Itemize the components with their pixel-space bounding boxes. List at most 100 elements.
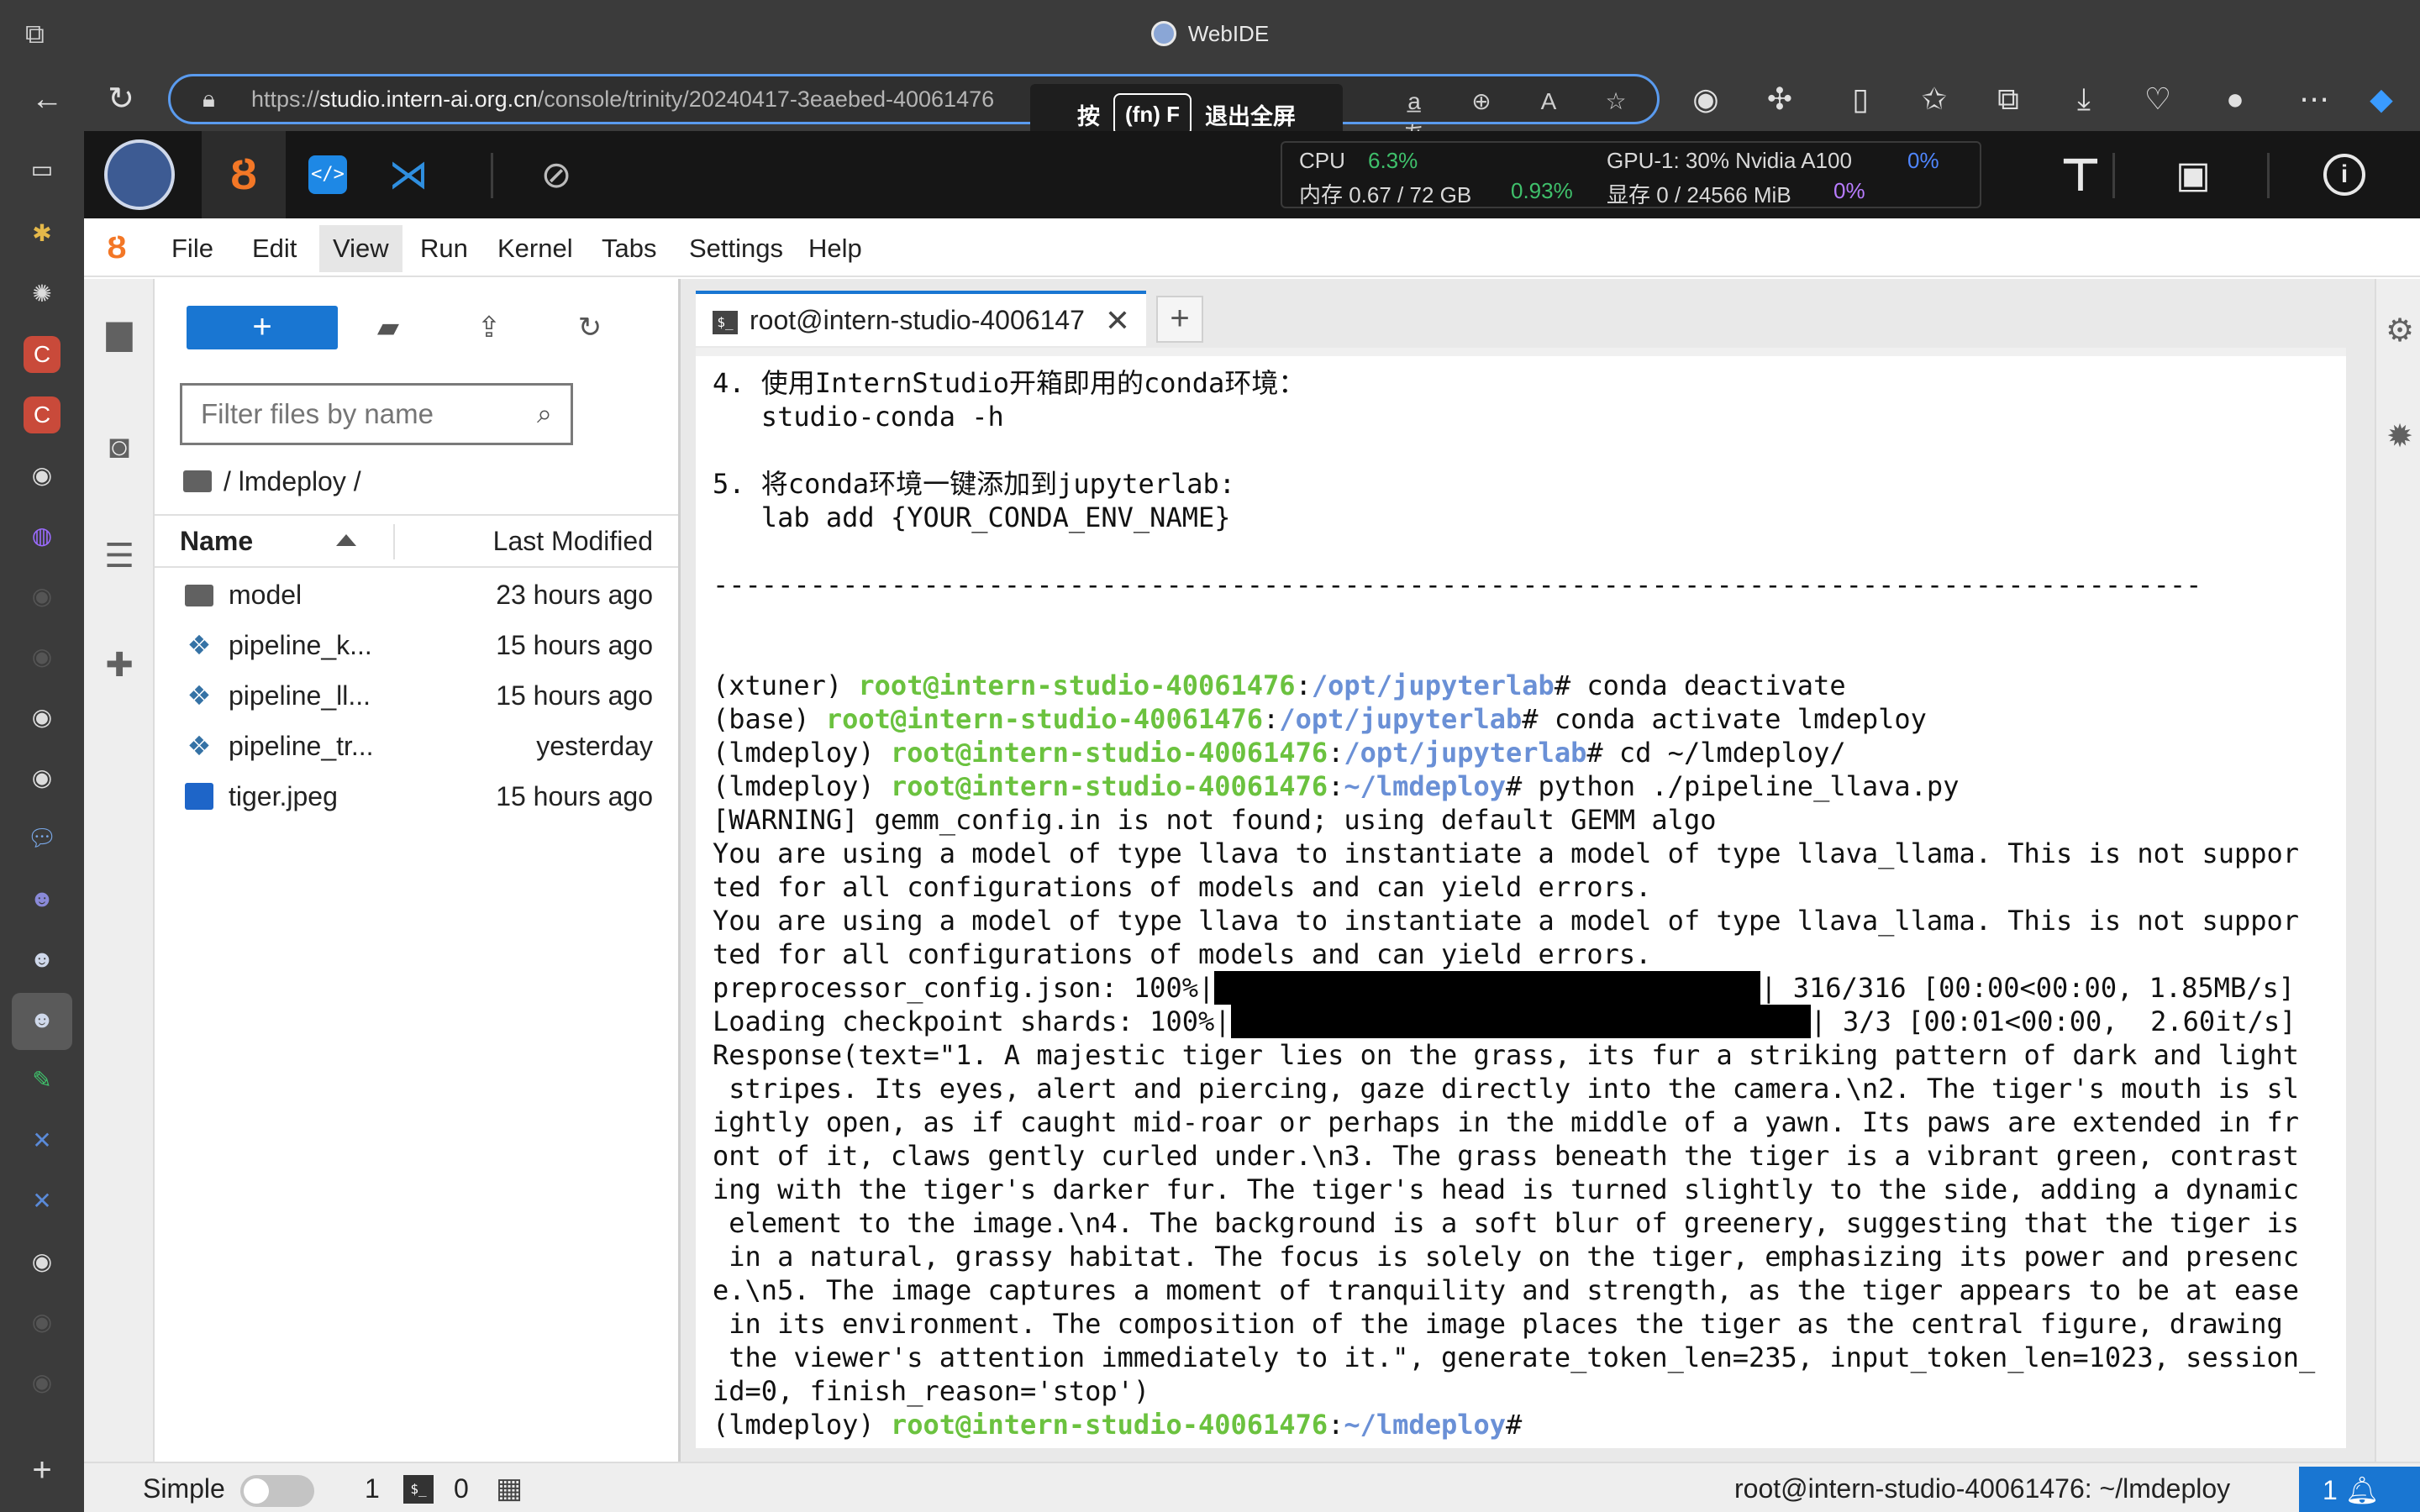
copilot-icon[interactable]: ◆ — [2361, 79, 2402, 119]
file-row[interactable]: ❖ pipeline_k... 15 hours ago — [155, 620, 678, 670]
file-row[interactable]: tiger.jpeg 15 hours ago — [155, 771, 678, 822]
filter-files-input[interactable] — [180, 383, 573, 445]
upload-icon[interactable]: ⇪ — [469, 307, 509, 348]
ide-tab-vscode[interactable]: ⋊ — [366, 131, 450, 218]
new-tab-plus-icon[interactable]: + — [24, 1452, 60, 1488]
home-folder-icon[interactable] — [183, 470, 212, 492]
prompt-host: root@intern-studio-40061476 — [858, 669, 1296, 701]
notifications-button[interactable]: 1 🔔︎ — [2299, 1467, 2420, 1512]
favorite-star-icon[interactable]: ☆ — [1599, 85, 1633, 118]
tab-github5-icon[interactable]: ◉ — [24, 759, 60, 796]
zoom-icon[interactable]: ⊕ — [1465, 85, 1498, 118]
tab-github6-icon[interactable]: ◉ — [24, 1243, 60, 1280]
close-icon[interactable]: ✕ — [1101, 304, 1134, 338]
table-of-contents-icon[interactable]: ☰ — [99, 536, 139, 576]
tab-c2-icon[interactable]: C — [24, 396, 60, 433]
back-arrow-icon[interactable]: ← — [27, 79, 67, 119]
extensions-icon[interactable]: ✚ — [99, 645, 139, 685]
menu-kernel[interactable]: Kernel — [484, 225, 587, 272]
tab-terminal[interactable]: $_ root@intern-studio-40061476 ✕ — [696, 291, 1146, 346]
jupyter-icon: Ȣ — [229, 150, 258, 199]
file-row[interactable]: ❖ pipeline_tr... yesterday — [155, 721, 678, 771]
browser-essentials-icon[interactable]: ♡ — [2138, 79, 2178, 119]
prompt-command: # conda deactivate — [1554, 669, 1846, 701]
bell-icon: 🔔︎ — [2344, 1475, 2380, 1505]
refresh-icon[interactable]: ↻ — [570, 307, 610, 348]
new-folder-icon[interactable]: ▰ — [368, 307, 408, 348]
translate-icon[interactable]: a̲あ — [1397, 85, 1431, 148]
tab-discord-icon[interactable]: ◍ — [24, 517, 60, 554]
tab-leaf-icon[interactable]: ✎ — [24, 1062, 60, 1099]
terminal-panel[interactable]: 4. 使用InternStudio开箱即用的conda环境： studio-co… — [696, 348, 2346, 1448]
cpu-label: CPU — [1299, 148, 1345, 173]
ide-tab-browser[interactable]: ⊘ — [514, 131, 598, 218]
column-last-modified[interactable]: Last Modified — [493, 516, 653, 566]
tab-intern-icon[interactable]: ☻ — [24, 941, 60, 978]
lock-icon: 🔒︎ — [203, 86, 215, 112]
add-tab-button[interactable]: + — [1156, 296, 1203, 343]
debugger-bug-icon[interactable]: ✹ — [2381, 418, 2418, 455]
terminal-line: in a natural, grassy habitat. The focus … — [713, 1241, 2300, 1273]
tab-x-icon[interactable]: ✕ — [24, 1122, 60, 1159]
menu-tabs[interactable]: Tabs — [588, 225, 670, 272]
file-row[interactable]: model 23 hours ago — [155, 570, 678, 620]
tab-github-icon[interactable]: ◉ — [24, 457, 60, 494]
split-screen-icon[interactable]: ▯ — [1840, 79, 1881, 119]
folder-icon[interactable]: ▆ — [99, 312, 139, 353]
extension-avatar-icon[interactable]: ◉ — [1686, 79, 1726, 119]
breadcrumb[interactable]: / lmdeploy / — [183, 460, 361, 502]
terminal-status-icon[interactable]: $_ — [403, 1475, 434, 1504]
menu-edit[interactable]: Edit — [239, 225, 310, 272]
ide-tab-info[interactable]: i — [2302, 131, 2386, 218]
prompt-host: root@intern-studio-40061476 — [890, 770, 1328, 802]
menu-help[interactable]: Help — [795, 225, 876, 272]
tab-app-icon[interactable]: ✺ — [24, 276, 60, 312]
menu-settings[interactable]: Settings — [676, 225, 797, 272]
extensions-puzzle-icon[interactable]: ✣ — [1760, 79, 1800, 119]
read-aloud-icon[interactable]: A — [1532, 85, 1565, 118]
simple-mode-toggle[interactable] — [240, 1475, 314, 1507]
ide-tab-monitor[interactable]: ▣ — [2151, 131, 2235, 218]
menu-run[interactable]: Run — [407, 225, 481, 272]
tab-slack-icon[interactable]: ✱ — [24, 215, 60, 252]
more-menu-icon[interactable]: ⋯ — [2294, 79, 2334, 119]
tab-x2-icon[interactable]: ✕ — [24, 1183, 60, 1220]
menu-file[interactable]: File — [158, 225, 227, 272]
tab-github3-icon[interactable]: ◉ — [24, 638, 60, 675]
file-row[interactable]: ❖ pipeline_ll... 15 hours ago — [155, 670, 678, 721]
terminal-count[interactable]: 1 — [365, 1463, 380, 1512]
tab-strip-toggle-icon[interactable]: ▭ — [24, 151, 60, 188]
address-bar[interactable]: 🔒︎ https://studio.intern-ai.org.cn/conso… — [168, 74, 1660, 148]
tab-github8-icon[interactable]: ◉ — [24, 1364, 60, 1401]
tab-c-icon[interactable]: C — [24, 336, 60, 373]
tab-webide-icon[interactable]: ☻ — [24, 1001, 60, 1038]
file-name: pipeline_k... — [229, 630, 372, 660]
tab-github7-icon[interactable]: ◉ — [24, 1304, 60, 1341]
prompt-env: (lmdeploy) — [713, 1409, 891, 1441]
terminal-output[interactable]: 4. 使用InternStudio开箱即用的conda环境： studio-co… — [713, 366, 2315, 1441]
sort-ascending-icon[interactable] — [336, 534, 356, 546]
profile-avatar-icon[interactable]: ● — [2215, 79, 2255, 119]
kernel-chip-icon[interactable]: ▦ — [496, 1463, 523, 1512]
kernel-count[interactable]: 0 — [454, 1463, 469, 1512]
tab-robot-icon[interactable]: ☻ — [24, 880, 60, 917]
ide-tab-jupyter[interactable]: Ȣ — [202, 131, 286, 218]
collections-icon[interactable]: ⧉ — [1988, 79, 2028, 119]
tab-github2-icon[interactable]: ◉ — [24, 578, 60, 615]
tab-chat-icon[interactable]: 💬︎ — [24, 820, 60, 857]
terminal-line: ted for all configurations of models and… — [713, 938, 1652, 970]
breadcrumb-path[interactable]: / lmdeploy / — [224, 466, 361, 496]
ide-tab-code[interactable]: </> — [286, 131, 370, 218]
property-inspector-gears-icon[interactable]: ⚙ — [2381, 312, 2418, 349]
menu-view[interactable]: View — [319, 225, 402, 272]
column-divider[interactable] — [393, 524, 395, 559]
downloads-icon[interactable]: ⤓ — [2064, 79, 2104, 119]
favorites-icon[interactable]: ✩ — [1914, 79, 1954, 119]
column-name[interactable]: Name — [180, 516, 253, 566]
tab-github4-icon[interactable]: ◉ — [24, 699, 60, 736]
new-launcher-button[interactable]: + — [187, 306, 338, 349]
reload-icon[interactable]: ↻ — [101, 79, 141, 119]
prompt-command: # python ./pipeline_llava.py — [1506, 770, 1960, 802]
running-sessions-icon[interactable]: ◙ — [99, 427, 139, 467]
ide-tab-tensorflow[interactable]: ⊤ — [2039, 131, 2123, 218]
